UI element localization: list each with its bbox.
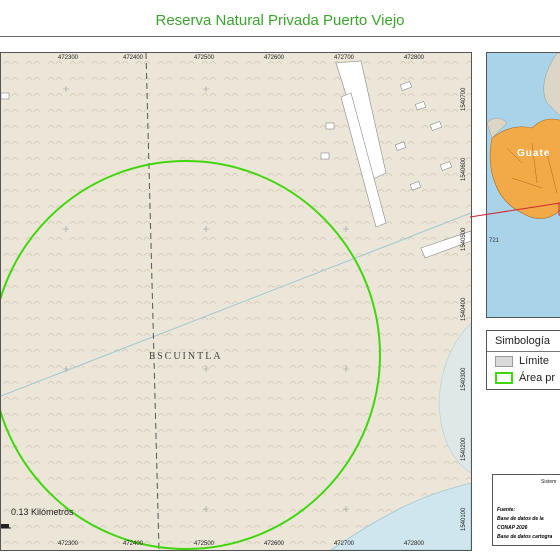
inset-coast-label: 721 [489, 238, 500, 244]
title-divider [0, 36, 560, 37]
inset-map[interactable]: Guate 721 [486, 52, 560, 318]
title-band: Reserva Natural Privada Puerto Viejo [0, 0, 560, 44]
x-tick-bottom: 472800 [404, 541, 425, 547]
legend-item-label: Área pr [519, 372, 556, 384]
source-line: CONAP 2026 [497, 525, 528, 531]
y-tick-right: 1540400 [461, 297, 467, 321]
source-line: Base de datos de la [497, 516, 544, 522]
locator-connector [470, 202, 560, 218]
inset-canvas [487, 53, 560, 219]
source-label: Fuente: [497, 507, 516, 513]
legend-divider [487, 351, 560, 352]
scale-label: 0.13 Kilómetros [11, 507, 74, 517]
x-tick-top: 472700 [334, 55, 355, 61]
map-title: Reserva Natural Privada Puerto Viejo [155, 12, 405, 29]
legend-item-label: Límite [519, 355, 549, 367]
x-tick-top: 472500 [194, 55, 215, 61]
y-tick-right: 1540700 [461, 87, 467, 111]
area-swatch [495, 372, 513, 384]
y-tick-right: 1540300 [461, 367, 467, 391]
limit-swatch [495, 355, 513, 367]
y-tick-right: 1540600 [461, 157, 467, 181]
x-tick-bottom: 472300 [58, 541, 79, 547]
map-canvas [1, 53, 471, 550]
x-tick-bottom: 472400 [123, 541, 144, 547]
legend-item-limit: Límite [495, 355, 549, 367]
x-tick-top: 472300 [58, 55, 79, 61]
source-line: Base de datos cartogra [497, 534, 553, 540]
sources-panel: Sistem Fuente: Base de datos de la CONAP… [492, 474, 560, 546]
system-header: Sistem [541, 479, 557, 485]
x-tick-bottom: 472600 [264, 541, 285, 547]
x-tick-bottom: 472700 [334, 541, 355, 547]
y-tick-right: 1540500 [461, 227, 467, 251]
place-label: ESCUINTLA [149, 351, 223, 362]
legend-item-area: Área pr [495, 372, 555, 384]
legend-panel: Simbología Límite Área pr [486, 330, 560, 390]
y-tick-right: 1540200 [461, 437, 467, 461]
wetland-pattern [1, 53, 471, 550]
x-tick-bottom: 472500 [194, 541, 215, 547]
x-tick-top: 472800 [404, 55, 425, 61]
x-tick-top: 472400 [123, 55, 144, 61]
y-tick-right: 1540100 [461, 507, 467, 531]
inset-country-label: Guate [517, 148, 551, 159]
main-map[interactable]: ESCUINTLA 0.13 Kilómetros 472300 472400 … [0, 52, 472, 551]
x-tick-top: 472600 [264, 55, 285, 61]
legend-title: Simbología [495, 335, 551, 347]
